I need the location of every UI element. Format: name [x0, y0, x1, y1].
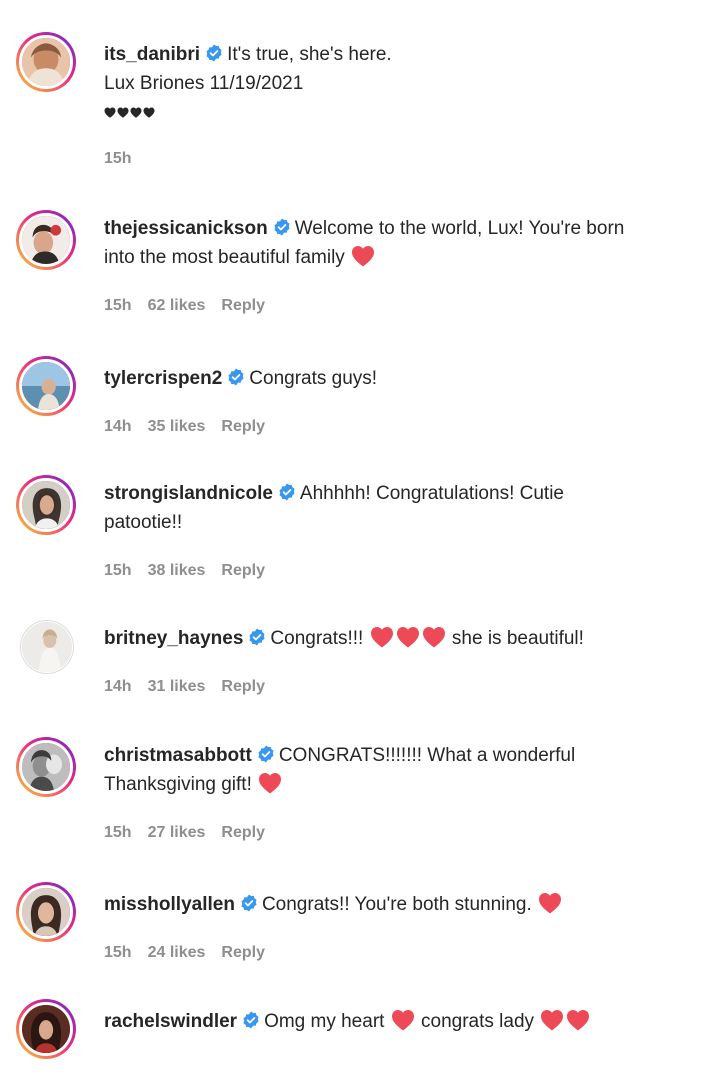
comment-text: tylercrispen2 Congrats guys! — [104, 364, 712, 393]
reply-button[interactable]: Reply — [221, 824, 265, 841]
comment-time[interactable]: 15h — [104, 297, 132, 314]
verified-badge-icon — [257, 745, 275, 763]
comment-text: rachelswindler Omg my heart congrats lady — [104, 1007, 712, 1036]
avatar[interactable] — [16, 475, 76, 535]
verified-badge-icon — [273, 218, 291, 236]
verified-badge-icon — [240, 894, 258, 912]
comment-meta: 14h 35 likes Reply — [104, 416, 712, 438]
comment-meta: 14h 31 likes Reply — [104, 676, 712, 698]
black-heart-icon — [117, 107, 129, 118]
red-heart-icon — [422, 626, 446, 648]
comment-time[interactable]: 14h — [104, 418, 132, 435]
red-heart-icon — [391, 1009, 415, 1031]
comment-time[interactable]: 15h — [104, 824, 132, 841]
black-hearts-emoji — [104, 102, 156, 123]
comment-likes[interactable]: 38 likes — [148, 562, 206, 579]
verified-badge-icon — [248, 628, 266, 646]
username[interactable]: rachelswindler — [104, 1011, 237, 1032]
black-heart-icon — [130, 107, 142, 118]
avatar[interactable] — [20, 620, 74, 674]
verified-badge-icon — [278, 483, 296, 501]
avatar[interactable] — [16, 210, 76, 270]
avatar[interactable] — [16, 356, 76, 416]
red-heart-icon — [538, 892, 562, 914]
comment-line: Omg my heart — [264, 1011, 385, 1032]
username[interactable]: its_danibri — [104, 44, 200, 65]
comment-meta: 15h 27 likes Reply — [104, 822, 712, 844]
comment-likes[interactable]: 24 likes — [148, 944, 206, 961]
comment-text: thejessicanickson Welcome to the world, L… — [104, 214, 712, 272]
black-heart-icon — [143, 107, 155, 118]
comment-time[interactable]: 15h — [104, 944, 132, 961]
comment-time[interactable]: 15h — [104, 562, 132, 579]
comment-line: patootie!! — [104, 512, 183, 533]
reply-button[interactable]: Reply — [221, 944, 265, 961]
username[interactable]: strongislandnicole — [104, 483, 273, 504]
red-heart-icon — [566, 1009, 590, 1031]
comment-line: Congrats!!! — [270, 628, 364, 649]
comment-text: britney_haynes Congrats!!! she is beautif… — [104, 624, 712, 653]
verified-badge-icon — [205, 44, 223, 62]
red-heart-icon — [370, 626, 394, 648]
comment-line: Thanksgiving gift! — [104, 774, 252, 795]
comment-list: its_danibri It's true, she's here. Lux Br… — [0, 0, 720, 1078]
comment-line: into the most beautiful family — [104, 247, 345, 268]
verified-badge-icon — [227, 368, 245, 386]
red-heart-icon — [540, 1009, 564, 1031]
red-heart-icon — [258, 772, 282, 794]
username[interactable]: misshollyallen — [104, 894, 235, 915]
avatar[interactable] — [16, 882, 76, 942]
reply-button[interactable]: Reply — [221, 678, 265, 695]
comment-line: she is beautiful! — [451, 628, 584, 649]
username[interactable]: christmasabbott — [104, 745, 252, 766]
comment-line: congrats lady — [421, 1011, 535, 1032]
comment-likes[interactable]: 62 likes — [148, 297, 206, 314]
username[interactable]: thejessicanickson — [104, 218, 268, 239]
username[interactable]: britney_haynes — [104, 628, 243, 649]
comment-line: CONGRATS!!!!!!! What a wonderful — [278, 745, 576, 766]
red-heart-icon — [396, 626, 420, 648]
comment-line: Lux Briones 11/19/2021 — [104, 73, 304, 94]
verified-badge-icon — [242, 1011, 260, 1029]
comment-meta: 15h 24 likes Reply — [104, 942, 712, 964]
comment-time[interactable]: 15h — [104, 150, 132, 167]
avatar[interactable] — [16, 32, 76, 92]
comment-meta: 15h 62 likes Reply — [104, 295, 712, 317]
comment-line: It's true, she's here. — [227, 44, 392, 65]
comment-meta: 15h 38 likes Reply — [104, 560, 712, 582]
comment-likes[interactable]: 27 likes — [148, 824, 206, 841]
red-heart-icon — [351, 245, 375, 267]
comment-line: Congrats!! You're both stunning. — [261, 894, 532, 915]
reply-button[interactable]: Reply — [221, 418, 265, 435]
avatar[interactable] — [16, 737, 76, 797]
username[interactable]: tylercrispen2 — [104, 368, 222, 389]
comment-text: strongislandnicole Ahhhhh! Congratulation… — [104, 479, 712, 537]
comment-text: its_danibri It's true, she's here. Lux Br… — [104, 40, 712, 127]
comment-time[interactable]: 14h — [104, 678, 132, 695]
comment-text: misshollyallen Congrats!! You're both stu… — [104, 890, 712, 919]
comment-line: Congrats guys! — [249, 368, 378, 389]
black-heart-icon — [104, 107, 116, 118]
comment-line: Welcome to the world, Lux! You're born — [294, 218, 625, 239]
comment-likes[interactable]: 31 likes — [148, 678, 206, 695]
comment-meta: 15h — [104, 148, 712, 170]
comment-text: christmasabbott CONGRATS!!!!!!! What a wo… — [104, 741, 712, 799]
reply-button[interactable]: Reply — [221, 562, 265, 579]
comment-likes[interactable]: 35 likes — [148, 418, 206, 435]
reply-button[interactable]: Reply — [221, 297, 265, 314]
avatar[interactable] — [16, 999, 76, 1059]
comment-line: Ahhhhh! Congratulations! Cutie — [299, 483, 564, 504]
